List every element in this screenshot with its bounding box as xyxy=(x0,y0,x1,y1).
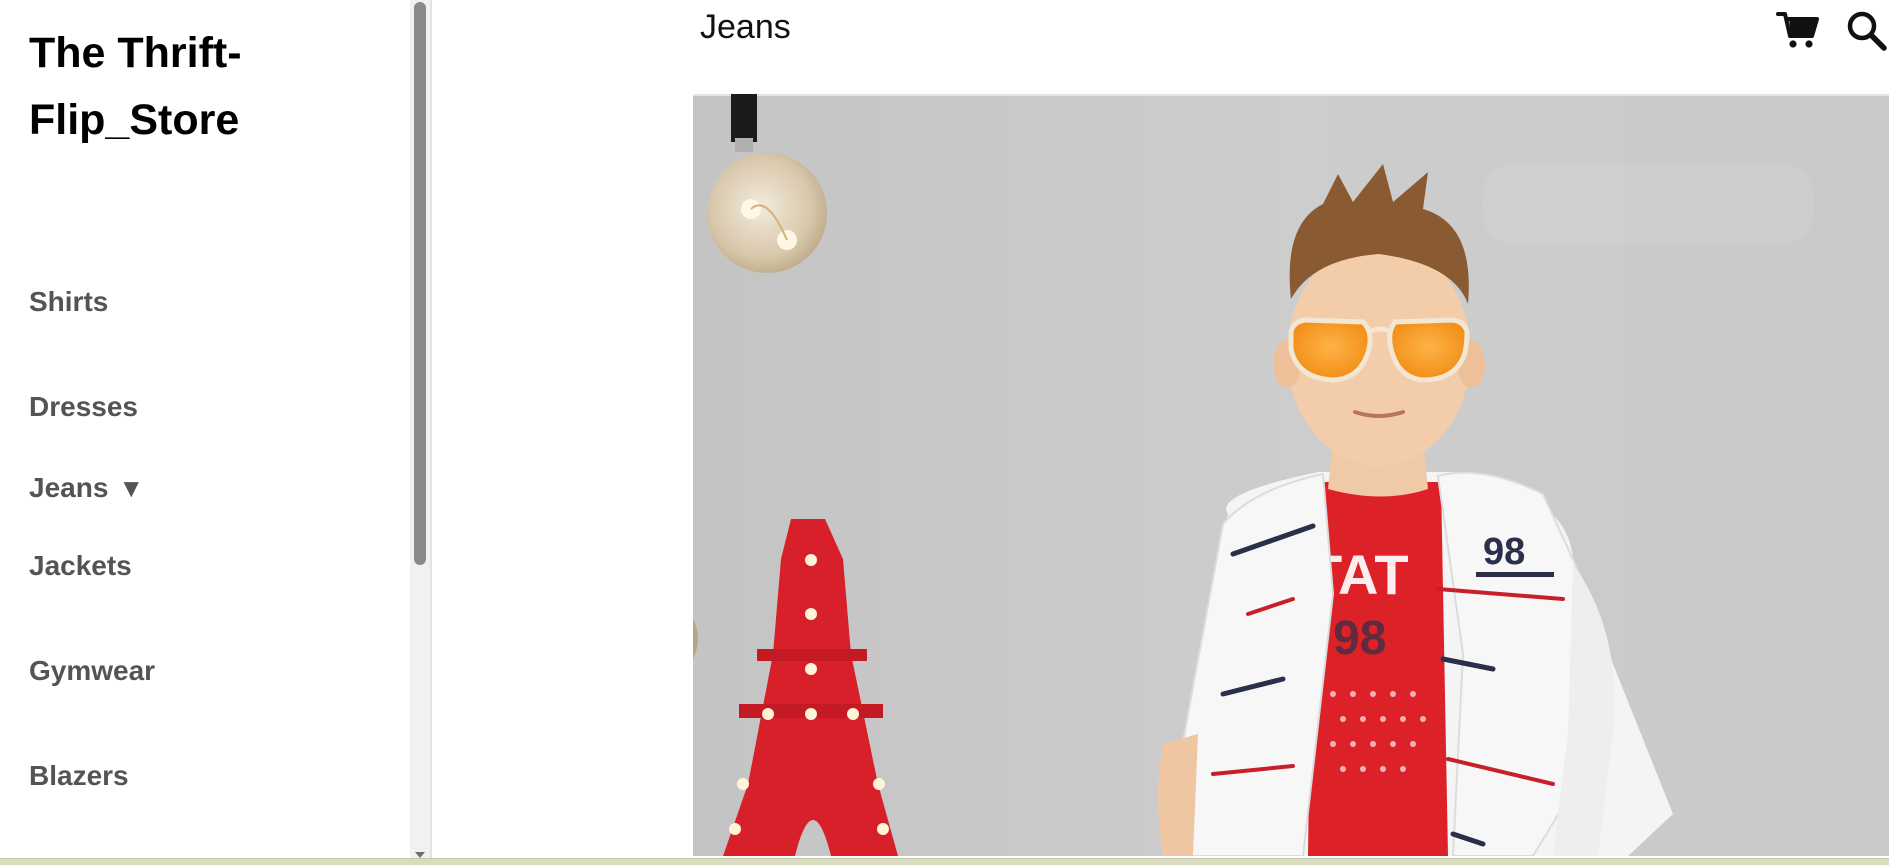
sidebar-item-label: Gymwear xyxy=(29,655,156,686)
hero-photo: TAT 98 98 xyxy=(693,94,1889,856)
window-bottom-edge xyxy=(0,858,1889,865)
app-window: The Thrift-Flip_Store Shirts Dresses Jea… xyxy=(0,0,1889,865)
sidebar-item-shirts[interactable]: Shirts xyxy=(29,286,108,318)
sidebar: The Thrift-Flip_Store Shirts Dresses Jea… xyxy=(0,0,432,860)
page-title: Jeans xyxy=(700,8,791,46)
sidebar-scrollbar[interactable] xyxy=(410,0,430,860)
sidebar-item-blazers[interactable]: Blazers xyxy=(29,760,129,792)
jacket-badge-text: 98 xyxy=(1483,531,1525,573)
sidebar-item-jeans[interactable]: Jeans ▼ xyxy=(29,472,144,504)
scrollbar-thumb[interactable] xyxy=(414,2,426,565)
sidebar-item-dresses[interactable]: Dresses xyxy=(29,391,138,423)
sidebar-item-label: Jackets xyxy=(29,550,132,581)
sidebar-item-gymwear[interactable]: Gymwear xyxy=(29,655,155,687)
watermark xyxy=(1483,164,1813,244)
caret-down-icon[interactable]: ▼ xyxy=(118,473,144,504)
sidebar-content: The Thrift-Flip_Store Shirts Dresses Jea… xyxy=(0,0,410,860)
svg-text:98: 98 xyxy=(1333,612,1386,665)
hero-image[interactable]: TAT 98 98 xyxy=(693,94,1889,856)
sidebar-item-label: Blazers xyxy=(29,760,129,791)
sidebar-item-label: Dresses xyxy=(29,391,138,422)
sidebar-item-label: Shirts xyxy=(29,286,109,317)
sidebar-item-label: Jeans xyxy=(29,472,109,503)
sidebar-item-jackets[interactable]: Jackets xyxy=(29,550,132,582)
search-icon[interactable] xyxy=(1844,8,1888,52)
cart-icon[interactable] xyxy=(1776,8,1820,52)
store-title[interactable]: The Thrift-Flip_Store xyxy=(29,20,389,154)
